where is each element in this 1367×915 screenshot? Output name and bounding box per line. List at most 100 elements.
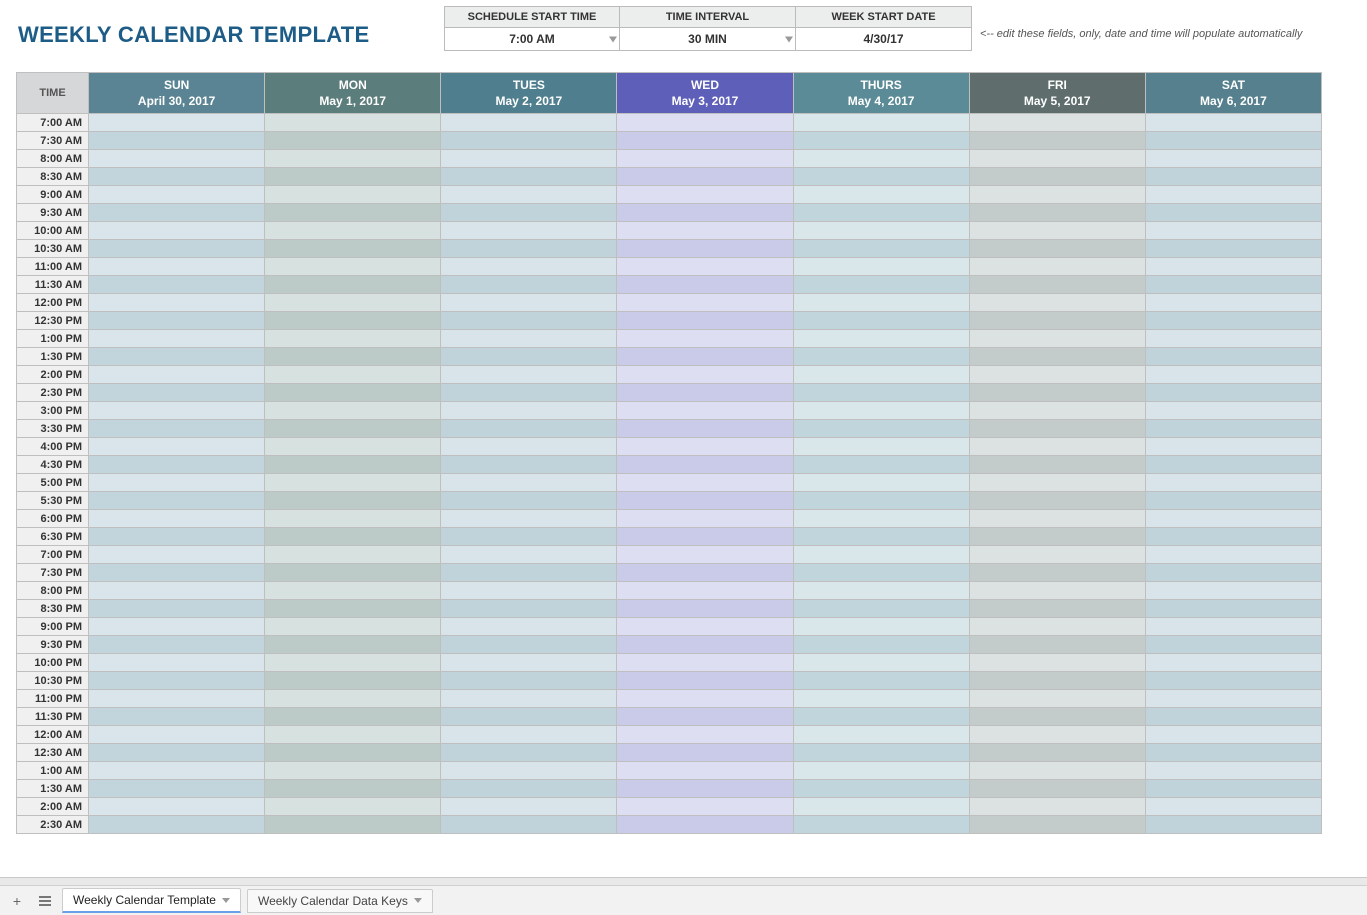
calendar-cell[interactable]	[969, 240, 1145, 258]
calendar-cell[interactable]	[265, 636, 441, 654]
calendar-cell[interactable]	[89, 222, 265, 240]
calendar-cell[interactable]	[969, 168, 1145, 186]
calendar-cell[interactable]	[793, 150, 969, 168]
calendar-cell[interactable]	[89, 600, 265, 618]
calendar-cell[interactable]	[969, 204, 1145, 222]
calendar-cell[interactable]	[265, 708, 441, 726]
calendar-cell[interactable]	[89, 690, 265, 708]
calendar-cell[interactable]	[793, 744, 969, 762]
calendar-cell[interactable]	[89, 276, 265, 294]
calendar-cell[interactable]	[89, 132, 265, 150]
calendar-cell[interactable]	[793, 780, 969, 798]
calendar-cell[interactable]	[1145, 654, 1321, 672]
calendar-cell[interactable]	[617, 168, 793, 186]
calendar-cell[interactable]	[89, 762, 265, 780]
calendar-cell[interactable]	[265, 420, 441, 438]
calendar-cell[interactable]	[89, 780, 265, 798]
calendar-cell[interactable]	[969, 384, 1145, 402]
calendar-cell[interactable]	[441, 636, 617, 654]
calendar-cell[interactable]	[793, 114, 969, 132]
config-value-interval[interactable]: 30 MIN	[620, 28, 795, 50]
calendar-cell[interactable]	[441, 726, 617, 744]
calendar-cell[interactable]	[969, 798, 1145, 816]
calendar-cell[interactable]	[89, 492, 265, 510]
calendar-cell[interactable]	[793, 168, 969, 186]
calendar-cell[interactable]	[441, 348, 617, 366]
config-value-week-start[interactable]: 4/30/17	[796, 28, 971, 50]
calendar-cell[interactable]	[89, 582, 265, 600]
calendar-cell[interactable]	[1145, 114, 1321, 132]
calendar-cell[interactable]	[1145, 546, 1321, 564]
calendar-cell[interactable]	[969, 618, 1145, 636]
calendar-cell[interactable]	[793, 456, 969, 474]
calendar-cell[interactable]	[617, 402, 793, 420]
calendar-cell[interactable]	[1145, 762, 1321, 780]
calendar-cell[interactable]	[793, 528, 969, 546]
calendar-cell[interactable]	[1145, 366, 1321, 384]
calendar-cell[interactable]	[441, 438, 617, 456]
calendar-cell[interactable]	[1145, 618, 1321, 636]
calendar-cell[interactable]	[441, 294, 617, 312]
calendar-cell[interactable]	[1145, 582, 1321, 600]
calendar-cell[interactable]	[969, 762, 1145, 780]
calendar-cell[interactable]	[441, 150, 617, 168]
calendar-cell[interactable]	[265, 222, 441, 240]
calendar-cell[interactable]	[793, 546, 969, 564]
calendar-cell[interactable]	[1145, 384, 1321, 402]
calendar-cell[interactable]	[617, 672, 793, 690]
calendar-cell[interactable]	[441, 690, 617, 708]
calendar-cell[interactable]	[969, 348, 1145, 366]
calendar-cell[interactable]	[265, 816, 441, 834]
calendar-cell[interactable]	[969, 402, 1145, 420]
calendar-cell[interactable]	[793, 402, 969, 420]
calendar-cell[interactable]	[89, 258, 265, 276]
calendar-cell[interactable]	[265, 150, 441, 168]
calendar-cell[interactable]	[793, 726, 969, 744]
calendar-cell[interactable]	[617, 762, 793, 780]
calendar-cell[interactable]	[617, 816, 793, 834]
calendar-cell[interactable]	[617, 456, 793, 474]
calendar-cell[interactable]	[265, 240, 441, 258]
calendar-cell[interactable]	[793, 294, 969, 312]
calendar-cell[interactable]	[89, 726, 265, 744]
calendar-cell[interactable]	[793, 348, 969, 366]
calendar-cell[interactable]	[1145, 294, 1321, 312]
calendar-cell[interactable]	[1145, 528, 1321, 546]
calendar-cell[interactable]	[793, 690, 969, 708]
calendar-cell[interactable]	[617, 330, 793, 348]
calendar-cell[interactable]	[969, 294, 1145, 312]
calendar-cell[interactable]	[265, 186, 441, 204]
calendar-cell[interactable]	[441, 222, 617, 240]
calendar-cell[interactable]	[89, 618, 265, 636]
calendar-cell[interactable]	[617, 780, 793, 798]
calendar-cell[interactable]	[617, 150, 793, 168]
calendar-cell[interactable]	[969, 366, 1145, 384]
calendar-cell[interactable]	[265, 510, 441, 528]
calendar-cell[interactable]	[793, 222, 969, 240]
calendar-cell[interactable]	[793, 384, 969, 402]
calendar-cell[interactable]	[1145, 348, 1321, 366]
calendar-cell[interactable]	[969, 258, 1145, 276]
calendar-cell[interactable]	[441, 258, 617, 276]
calendar-cell[interactable]	[1145, 744, 1321, 762]
calendar-cell[interactable]	[1145, 132, 1321, 150]
calendar-cell[interactable]	[89, 348, 265, 366]
calendar-cell[interactable]	[793, 276, 969, 294]
calendar-cell[interactable]	[89, 564, 265, 582]
calendar-cell[interactable]	[441, 672, 617, 690]
calendar-cell[interactable]	[969, 582, 1145, 600]
calendar-cell[interactable]	[617, 546, 793, 564]
calendar-cell[interactable]	[793, 312, 969, 330]
calendar-cell[interactable]	[89, 366, 265, 384]
calendar-cell[interactable]	[1145, 816, 1321, 834]
calendar-cell[interactable]	[89, 240, 265, 258]
calendar-cell[interactable]	[89, 114, 265, 132]
calendar-cell[interactable]	[969, 816, 1145, 834]
calendar-cell[interactable]	[1145, 276, 1321, 294]
calendar-cell[interactable]	[1145, 330, 1321, 348]
calendar-cell[interactable]	[265, 312, 441, 330]
calendar-cell[interactable]	[617, 582, 793, 600]
calendar-cell[interactable]	[265, 276, 441, 294]
calendar-cell[interactable]	[89, 816, 265, 834]
calendar-cell[interactable]	[969, 222, 1145, 240]
